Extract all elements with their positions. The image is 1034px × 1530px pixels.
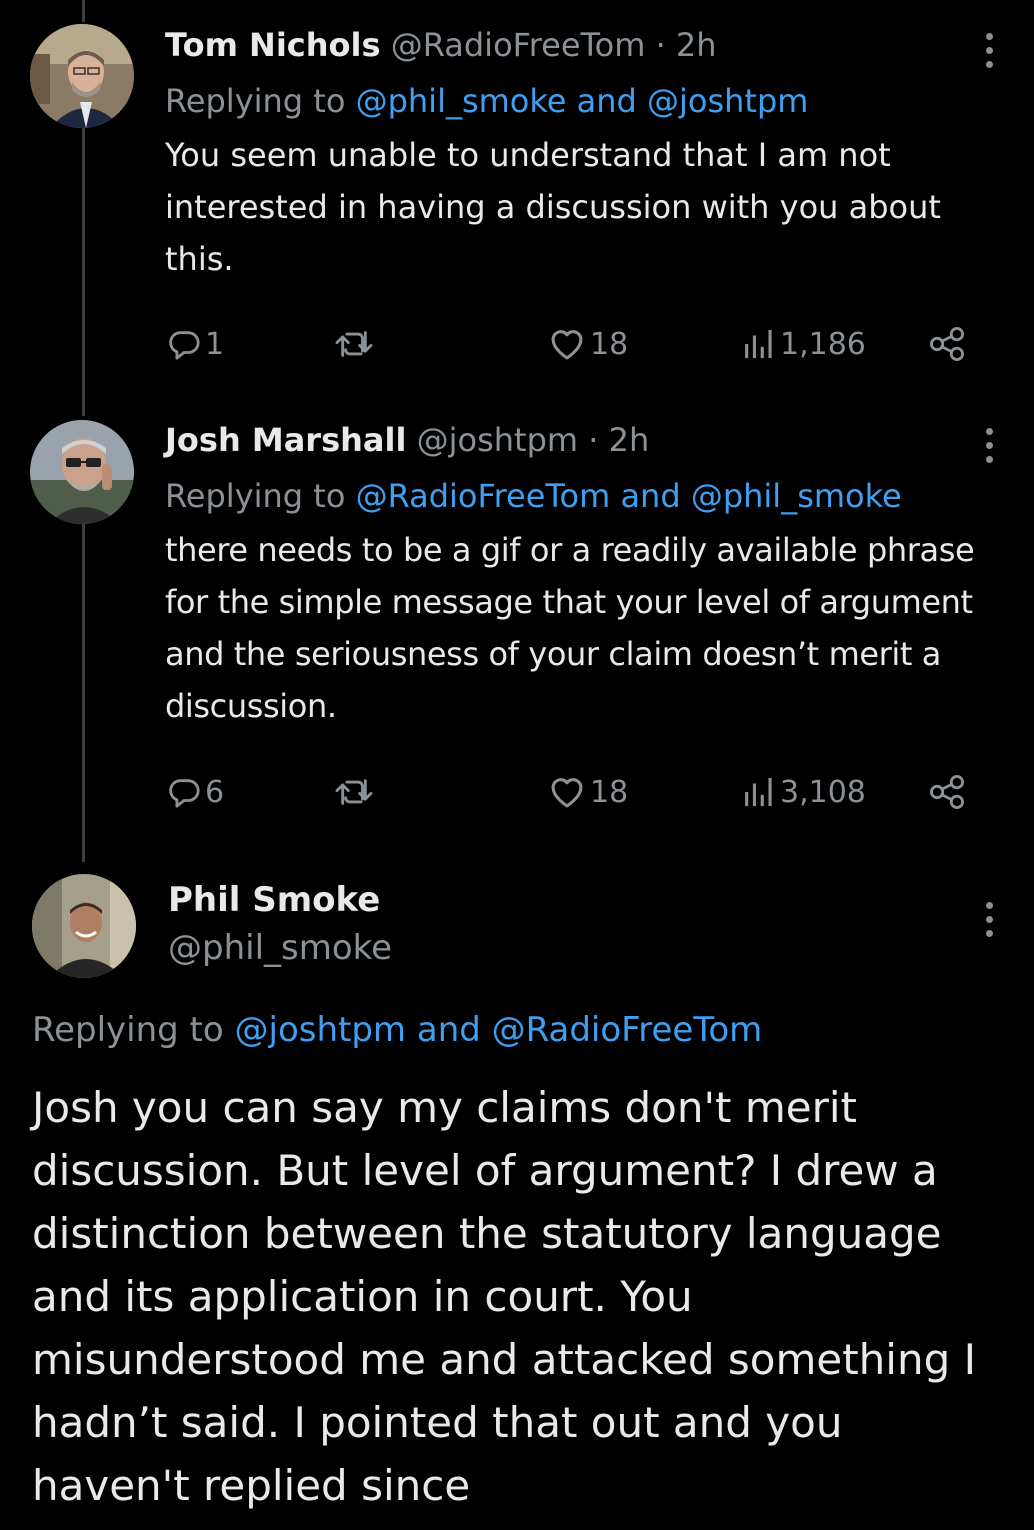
author-name[interactable]: Josh Marshall [165, 421, 406, 459]
reply-button[interactable]: 1 [167, 322, 224, 366]
replying-to-label: Replying to [165, 477, 356, 515]
share-button[interactable] [927, 322, 967, 366]
like-count: 18 [590, 774, 629, 810]
author-name[interactable]: Phil Smoke [168, 878, 392, 922]
views-icon [745, 777, 772, 807]
action-bar: 1 18 1,186 [165, 322, 975, 366]
reply-count: 1 [205, 326, 225, 362]
mention-link[interactable]: @phil_smoke [356, 82, 567, 120]
tweet[interactable]: Tom Nichols @RadioFreeTom · 2h Replying … [0, 0, 1034, 400]
mention-link[interactable]: @RadioFreeTom [492, 1010, 763, 1050]
retweet-icon [335, 779, 373, 805]
action-bar: 6 18 3,108 [165, 770, 975, 814]
and-label: and [406, 1010, 492, 1050]
tweet-text: there needs to be a gif or a readily ava… [165, 531, 975, 725]
tweet-text: Josh you can say my claims don't merit d… [32, 1083, 976, 1510]
retweet-button[interactable] [335, 322, 373, 366]
timestamp[interactable]: 2h [676, 26, 717, 64]
retweet-button[interactable] [335, 770, 373, 814]
mention-link[interactable]: @RadioFreeTom [356, 477, 611, 515]
replying-to-label: Replying to [32, 1010, 235, 1050]
reply-icon [169, 331, 200, 360]
tweet-header: Josh Marshall @joshtpm · 2h [165, 420, 1014, 460]
retweet-icon [335, 331, 373, 357]
and-label: and [610, 477, 691, 515]
more-options-icon[interactable] [986, 33, 994, 68]
avatar[interactable] [30, 420, 134, 524]
reply-icon [169, 779, 200, 808]
avatar[interactable] [30, 24, 134, 128]
views-icon [745, 329, 772, 359]
view-count: 3,108 [780, 774, 866, 810]
author-handle[interactable]: @joshtpm [417, 421, 578, 459]
avatar[interactable] [32, 874, 136, 978]
more-options-icon[interactable] [986, 428, 994, 463]
more-options-icon[interactable] [986, 902, 994, 937]
like-button[interactable]: 18 [548, 770, 628, 814]
replying-to: Replying to @RadioFreeTom and @phil_smok… [165, 476, 1014, 516]
separator-dot: · [588, 421, 599, 459]
replying-to-label: Replying to [165, 82, 356, 120]
mention-link[interactable]: @joshtpm [235, 1010, 407, 1050]
and-label: and [566, 82, 647, 120]
tweet-text: You seem unable to understand that I am … [165, 136, 941, 278]
like-button[interactable]: 18 [548, 322, 628, 366]
replying-to: Replying to @joshtpm and @RadioFreeTom [32, 1008, 762, 1052]
focused-tweet[interactable]: Phil Smoke @phil_smoke Replying to @josh… [0, 850, 1034, 1530]
like-count: 18 [590, 326, 629, 362]
tweet-header: Tom Nichols @RadioFreeTom · 2h [165, 25, 1014, 65]
tweet[interactable]: Josh Marshall @joshtpm · 2h Replying to … [0, 400, 1034, 850]
replying-to: Replying to @phil_smoke and @joshtpm [165, 81, 1014, 121]
views-button[interactable]: 3,108 [740, 770, 866, 814]
mention-link[interactable]: @joshtpm [647, 82, 808, 120]
view-count: 1,186 [780, 326, 866, 362]
heart-icon [551, 330, 583, 360]
share-icon [930, 327, 965, 361]
author-name[interactable]: Tom Nichols [165, 26, 381, 64]
reply-button[interactable]: 6 [167, 770, 224, 814]
share-button[interactable] [927, 770, 967, 814]
views-button[interactable]: 1,186 [740, 322, 866, 366]
reply-count: 6 [205, 774, 225, 810]
heart-icon [551, 778, 583, 808]
author-handle[interactable]: @phil_smoke [168, 926, 392, 970]
separator-dot: · [655, 26, 666, 64]
mention-link[interactable]: @phil_smoke [691, 477, 902, 515]
share-icon [930, 775, 965, 809]
timestamp[interactable]: 2h [609, 421, 650, 459]
author-handle[interactable]: @RadioFreeTom [391, 26, 646, 64]
